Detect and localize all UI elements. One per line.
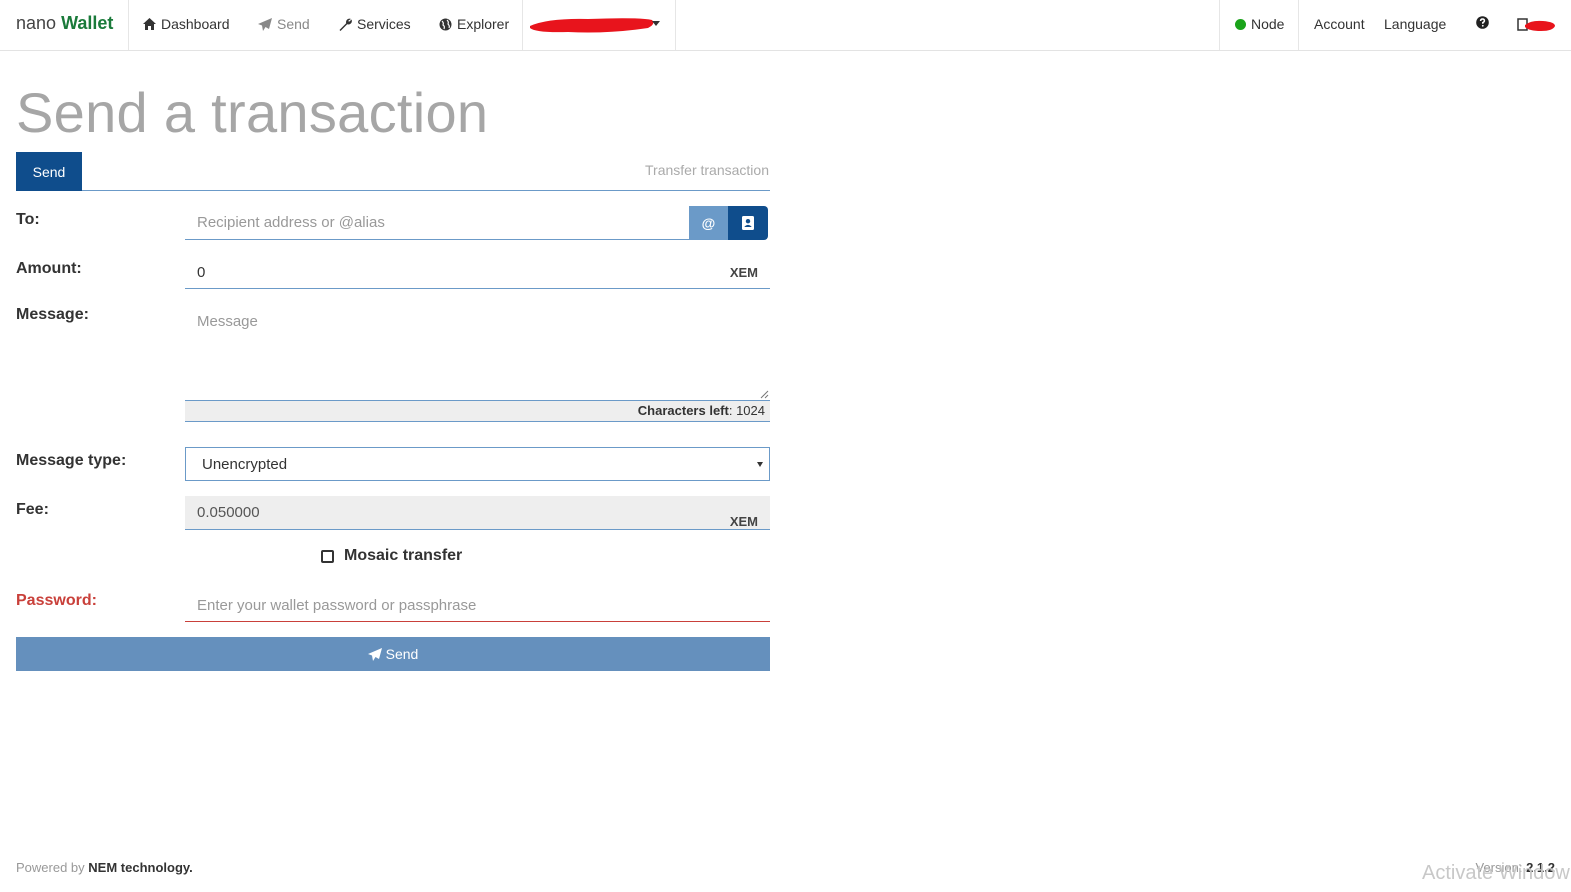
footer-powered-by: Powered by NEM technology.	[16, 860, 193, 875]
mosaic-transfer-toggle[interactable]: Mosaic transfer	[321, 547, 462, 565]
alias-button[interactable]: @	[689, 206, 728, 240]
message-type-label: Message type:	[16, 452, 127, 469]
tab-send[interactable]: Send	[16, 152, 82, 191]
password-input[interactable]	[185, 590, 770, 621]
message-type-select[interactable]: Unencrypted	[185, 447, 770, 481]
brand-logo[interactable]: nano Wallet	[16, 13, 113, 34]
password-field-wrapper	[185, 590, 770, 622]
nav-divider	[1298, 0, 1299, 50]
nav-divider	[128, 0, 129, 50]
redacted-account-selector[interactable]	[528, 14, 656, 34]
node-status-icon	[1235, 18, 1246, 30]
mosaic-label: Mosaic transfer	[344, 547, 463, 564]
logout-icon	[1517, 18, 1555, 31]
tab-underline	[82, 190, 770, 191]
page-title: Send a transaction	[16, 81, 489, 144]
nav-send[interactable]: Send	[258, 16, 310, 32]
contacts-button[interactable]	[728, 206, 768, 240]
message-field-wrapper	[185, 303, 770, 400]
chevron-down-icon	[652, 21, 660, 26]
characters-left-value: 1024	[736, 403, 765, 418]
amount-input[interactable]	[185, 256, 770, 288]
message-type-value: Unencrypted	[202, 456, 288, 473]
nav-account[interactable]: Account	[1314, 16, 1365, 32]
fee-label: Fee:	[16, 501, 49, 518]
fee-field: 0.050000 XEM	[185, 496, 770, 530]
transaction-type-label: Transfer transaction	[645, 162, 769, 178]
resize-grip-icon[interactable]	[760, 390, 769, 399]
send-button[interactable]: Send	[16, 637, 770, 671]
top-navbar: nano Wallet Dashboard Send Services Expl…	[0, 0, 1571, 51]
chevron-down-icon	[757, 462, 763, 467]
nav-dashboard[interactable]: Dashboard	[143, 16, 230, 32]
password-label: Password:	[16, 592, 97, 609]
to-field-wrapper	[185, 206, 690, 240]
nav-explorer[interactable]: Explorer	[439, 16, 509, 32]
wrench-icon	[339, 18, 352, 31]
characters-left-bar: Characters left: 1024	[185, 400, 770, 422]
nav-logout[interactable]	[1517, 16, 1557, 34]
nav-language[interactable]: Language	[1384, 16, 1446, 32]
home-icon	[143, 18, 156, 30]
nav-services[interactable]: Services	[339, 16, 411, 32]
address-book-icon	[742, 216, 754, 230]
message-textarea[interactable]	[185, 303, 770, 400]
os-activation-watermark: Activate Window	[1422, 862, 1570, 884]
mosaic-checkbox[interactable]	[321, 549, 334, 563]
amount-field-wrapper: XEM	[185, 256, 770, 289]
amount-unit: XEM	[729, 265, 758, 280]
nav-divider	[522, 0, 523, 50]
amount-label: Amount:	[16, 260, 82, 277]
nav-divider	[1219, 0, 1220, 50]
nav-help[interactable]	[1476, 16, 1489, 29]
help-icon	[1476, 16, 1489, 29]
fee-unit: XEM	[729, 514, 758, 529]
globe-icon	[439, 18, 452, 30]
paper-plane-icon	[258, 17, 272, 31]
fee-value: 0.050000	[197, 504, 260, 521]
recipient-input[interactable]	[185, 206, 690, 239]
to-label: To:	[16, 211, 40, 228]
message-label: Message:	[16, 306, 89, 323]
characters-left-label: Characters left	[637, 403, 729, 418]
nav-divider	[675, 0, 676, 50]
paper-plane-icon	[367, 647, 382, 661]
nav-node[interactable]: Node	[1235, 16, 1284, 32]
